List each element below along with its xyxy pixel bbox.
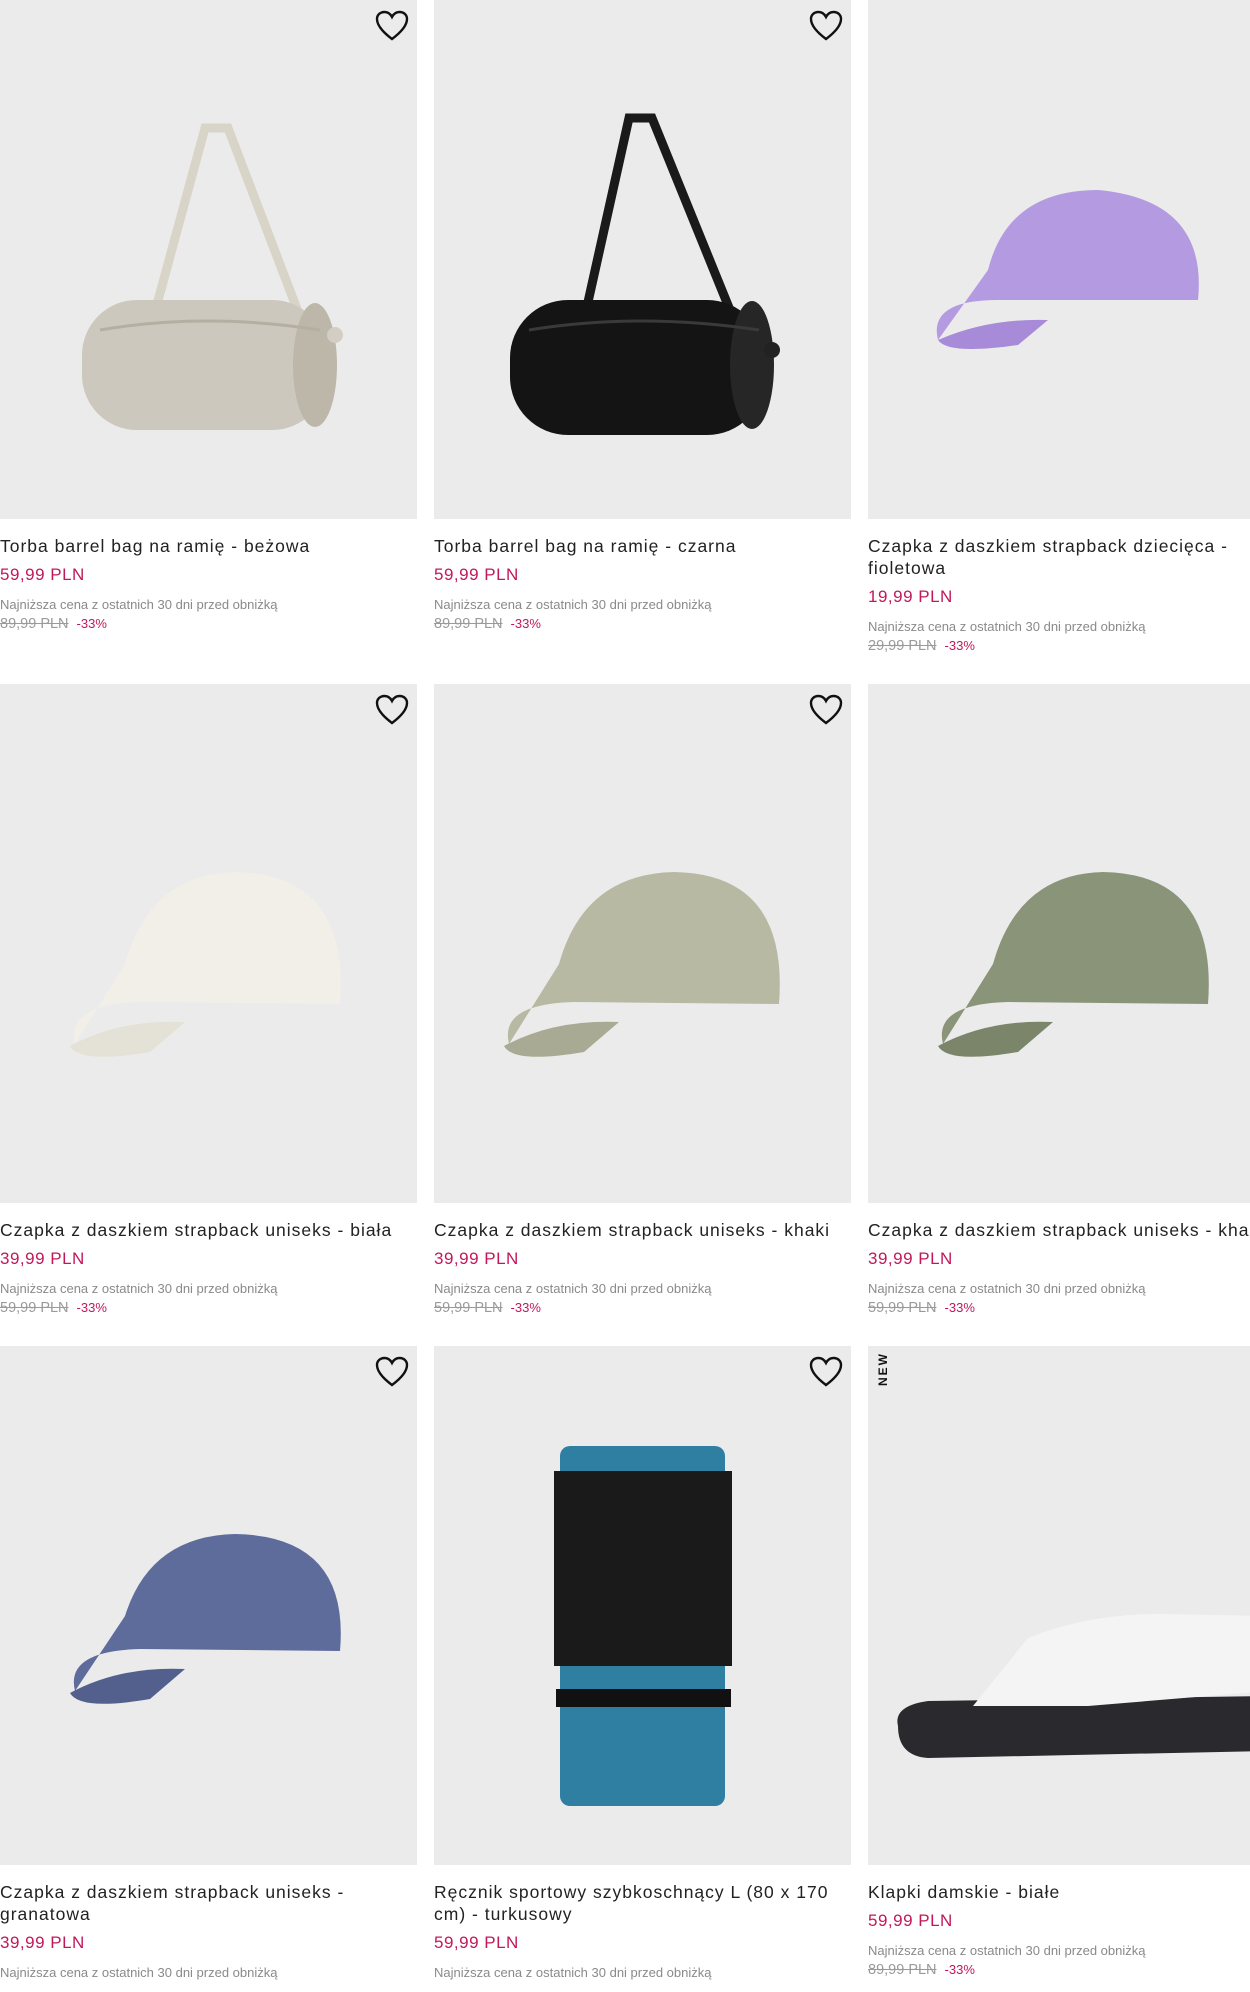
product-image[interactable]: [0, 1346, 417, 1865]
product-title[interactable]: Czapka z daszkiem strapback uniseks - kh…: [434, 1219, 844, 1241]
cap-image: [938, 872, 1209, 1057]
discount-badge: -33%: [944, 1300, 975, 1315]
product-price: 59,99 PLN: [434, 565, 519, 584]
old-price-row: 89,99 PLN -33%: [0, 616, 417, 632]
old-price-row: 59,99 PLN -33%: [868, 1300, 1250, 1316]
old-price-row: 29,99 PLN -33%: [868, 638, 1250, 654]
lowest-price-label: Najniższa cena z ostatnich 30 dni przed …: [0, 1965, 278, 1980]
old-price: 89,99 PLN: [0, 616, 69, 632]
product-card[interactable]: NEW Klapki damskie - białe 59,99 PLN Naj…: [868, 1346, 1250, 1978]
product-title[interactable]: Czapka z daszkiem strapback uniseks - kh…: [868, 1219, 1250, 1241]
discount-badge: -33%: [944, 1962, 975, 1977]
product-price: 39,99 PLN: [0, 1933, 85, 1952]
product-image[interactable]: [0, 684, 417, 1203]
product-title[interactable]: Czapka z daszkiem strapback dziecięca - …: [868, 535, 1238, 579]
product-price: 59,99 PLN: [0, 565, 85, 584]
lowest-price-label: Najniższa cena z ostatnich 30 dni przed …: [434, 597, 712, 612]
product-price: 59,99 PLN: [434, 1933, 519, 1952]
favorite-heart-icon[interactable]: [809, 1356, 843, 1388]
product-title[interactable]: Czapka z daszkiem strapback uniseks - gr…: [0, 1881, 360, 1925]
product-price: 39,99 PLN: [868, 1249, 953, 1268]
lowest-price-label: Najniższa cena z ostatnich 30 dni przed …: [434, 1281, 712, 1296]
product-card[interactable]: Ręcznik sportowy szybkoschnący L (80 x 1…: [434, 1346, 851, 1980]
product-price: 59,99 PLN: [868, 1911, 953, 1930]
discount-badge: -33%: [510, 616, 541, 631]
discount-badge: -33%: [76, 616, 107, 631]
product-title[interactable]: Klapki damskie - białe: [868, 1881, 1250, 1903]
towel-image: [554, 1446, 732, 1806]
product-card[interactable]: Czapka z daszkiem strapback uniseks - bi…: [0, 684, 417, 1316]
product-title[interactable]: Torba barrel bag na ramię - beżowa: [0, 535, 410, 557]
old-price: 59,99 PLN: [868, 1300, 937, 1316]
lowest-price-label: Najniższa cena z ostatnich 30 dni przed …: [868, 619, 1146, 634]
cap-image: [70, 1534, 341, 1704]
product-card[interactable]: Czapka z daszkiem strapback uniseks - kh…: [434, 684, 851, 1316]
lowest-price-label: Najniższa cena z ostatnich 30 dni przed …: [434, 1965, 712, 1980]
favorite-heart-icon[interactable]: [375, 694, 409, 726]
product-card[interactable]: Czapka z daszkiem strapback dziecięca - …: [868, 0, 1250, 654]
old-price-row: 59,99 PLN -33%: [434, 1300, 851, 1316]
old-price: 89,99 PLN: [434, 616, 503, 632]
product-image[interactable]: [434, 0, 851, 519]
product-image[interactable]: [434, 1346, 851, 1865]
product-card[interactable]: Czapka z daszkiem strapback uniseks - kh…: [868, 684, 1250, 1316]
product-price: 39,99 PLN: [0, 1249, 85, 1268]
product-title[interactable]: Czapka z daszkiem strapback uniseks - bi…: [0, 1219, 410, 1241]
cap-image: [936, 190, 1199, 349]
favorite-heart-icon[interactable]: [809, 10, 843, 42]
favorite-heart-icon[interactable]: [375, 1356, 409, 1388]
product-card[interactable]: Czapka z daszkiem strapback uniseks - gr…: [0, 1346, 417, 1980]
product-title[interactable]: Ręcznik sportowy szybkoschnący L (80 x 1…: [434, 1881, 834, 1925]
discount-badge: -33%: [76, 1300, 107, 1315]
product-image[interactable]: [868, 0, 1250, 519]
old-price-row: 89,99 PLN -33%: [434, 616, 851, 632]
discount-badge: -33%: [510, 1300, 541, 1315]
product-grid: Torba barrel bag na ramię - beżowa 59,99…: [0, 0, 1250, 1992]
old-price: 59,99 PLN: [434, 1300, 503, 1316]
old-price: 59,99 PLN: [0, 1300, 69, 1316]
product-image[interactable]: [868, 684, 1250, 1203]
barrel-bag-image: [82, 123, 343, 430]
product-price: 39,99 PLN: [434, 1249, 519, 1268]
cap-image: [70, 872, 341, 1057]
old-price-row: 89,99 PLN -33%: [868, 1962, 1250, 1978]
product-card[interactable]: Torba barrel bag na ramię - beżowa 59,99…: [0, 0, 417, 632]
old-price-row: 59,99 PLN -33%: [0, 1300, 417, 1316]
cap-image: [504, 872, 780, 1057]
discount-badge: -33%: [944, 638, 975, 653]
product-title[interactable]: Torba barrel bag na ramię - czarna: [434, 535, 844, 557]
lowest-price-label: Najniższa cena z ostatnich 30 dni przed …: [0, 1281, 278, 1296]
favorite-heart-icon[interactable]: [809, 694, 843, 726]
slides-image: [897, 1614, 1250, 1758]
favorite-heart-icon[interactable]: [375, 10, 409, 42]
barrel-bag-image: [510, 113, 780, 435]
new-badge: NEW: [876, 1352, 890, 1386]
product-image[interactable]: NEW: [868, 1346, 1250, 1865]
lowest-price-label: Najniższa cena z ostatnich 30 dni przed …: [868, 1281, 1146, 1296]
product-image[interactable]: [434, 684, 851, 1203]
product-price: 19,99 PLN: [868, 587, 953, 606]
product-image[interactable]: [0, 0, 417, 519]
lowest-price-label: Najniższa cena z ostatnich 30 dni przed …: [868, 1943, 1146, 1958]
old-price: 89,99 PLN: [868, 1962, 937, 1978]
lowest-price-label: Najniższa cena z ostatnich 30 dni przed …: [0, 597, 278, 612]
product-card[interactable]: Torba barrel bag na ramię - czarna 59,99…: [434, 0, 851, 632]
old-price: 29,99 PLN: [868, 638, 937, 654]
